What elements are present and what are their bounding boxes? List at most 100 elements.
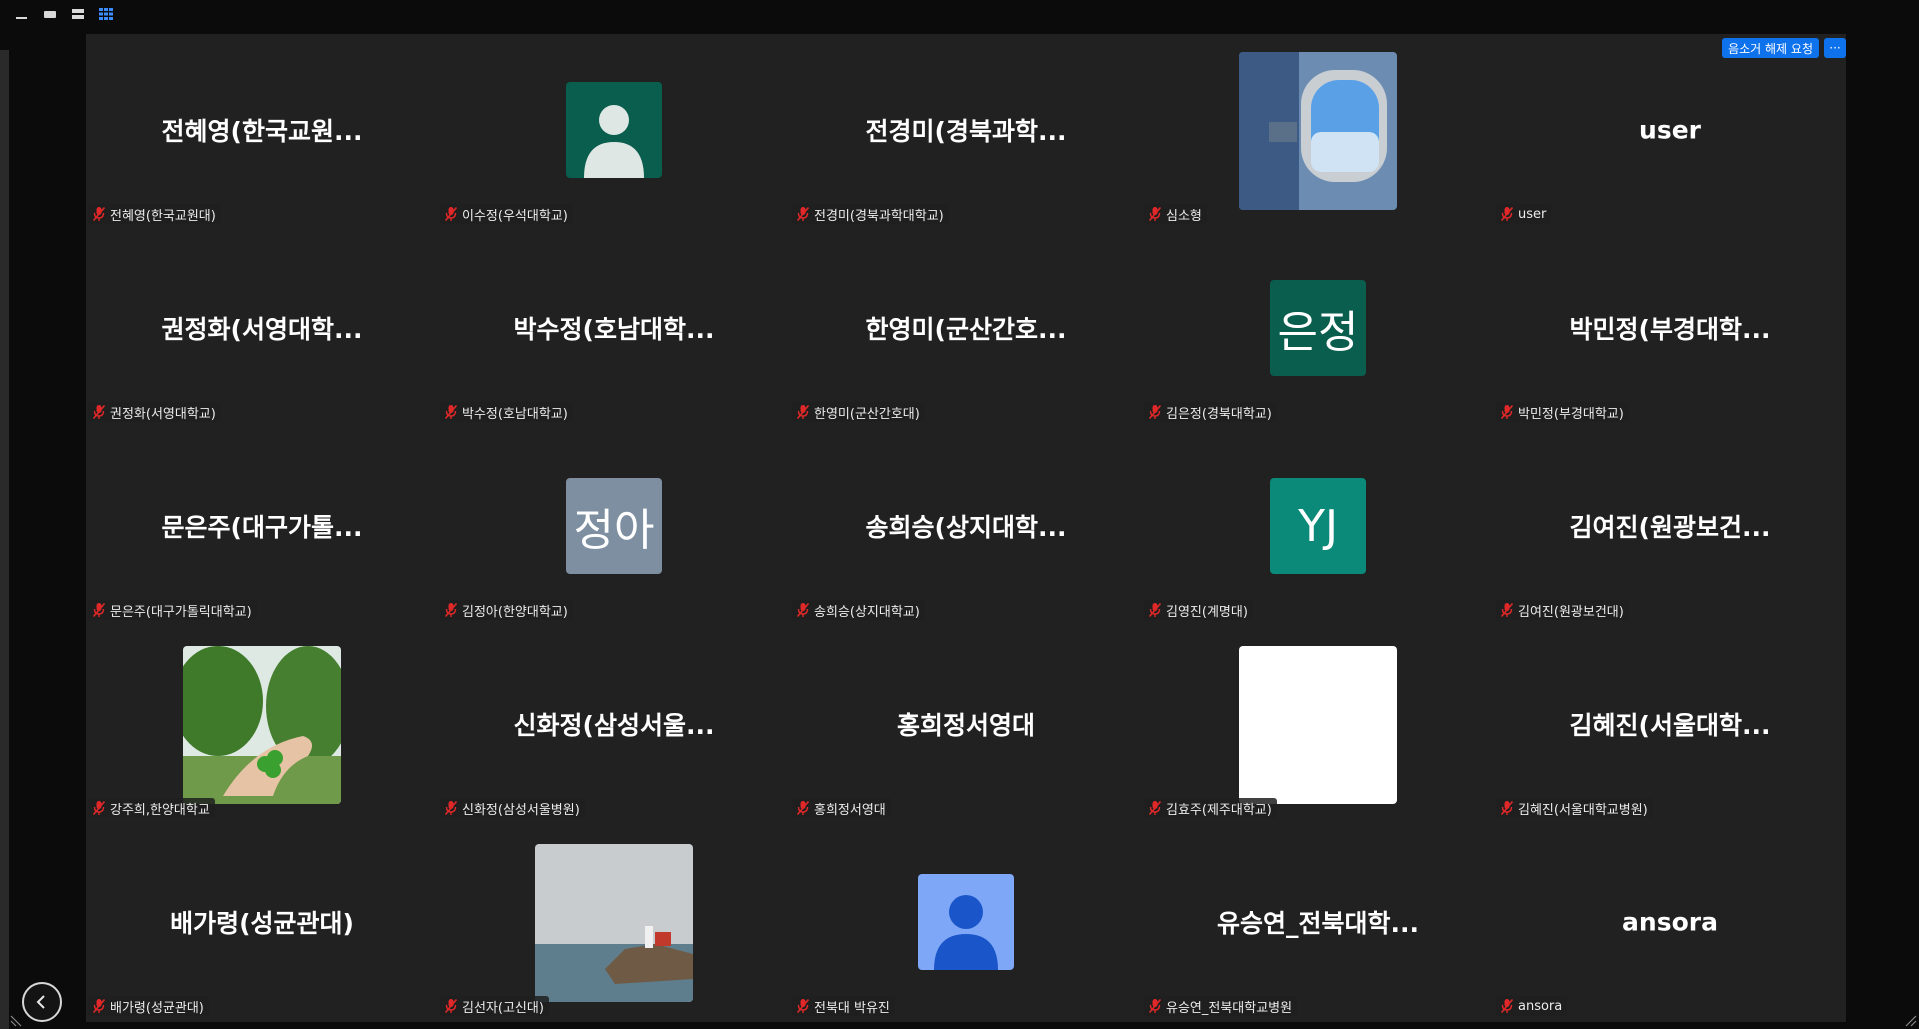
participant-name: 전혜영(한국교원대)	[110, 208, 216, 224]
request-unmute-button[interactable]: 음소거 해제 요청	[1722, 38, 1819, 58]
participant-tile[interactable]: 권정화(서영대학... 권정화(서영대학교)	[86, 232, 438, 430]
person-icon	[918, 874, 1014, 970]
participant-name: 심소형	[1166, 208, 1202, 224]
participant-display-name: 배가령(성균관대)	[170, 909, 354, 938]
participant-name-tag: 김여진(원광보건대)	[1496, 600, 1629, 620]
participant-tile[interactable]: user user	[1494, 34, 1846, 232]
participant-tile[interactable]: 송희승(상지대학... 송희승(상지대학교)	[790, 430, 1142, 628]
muted-mic-icon	[1148, 800, 1162, 816]
participant-tile[interactable]: 박민정(부경대학... 박민정(부경대학교)	[1494, 232, 1846, 430]
avatar-initials: 정아	[566, 478, 662, 574]
participant-name: 홍희정서영대	[814, 802, 886, 818]
participant-tile[interactable]: 전경미(경북과학... 전경미(경북과학대학교)	[790, 34, 1142, 232]
participant-display-name: 신화정(삼성서울...	[513, 711, 715, 740]
avatar-initials: 은정	[1270, 280, 1366, 376]
participant-display-name: 전경미(경북과학...	[865, 117, 1067, 146]
participant-tile[interactable]: 심소형	[1142, 34, 1494, 232]
participant-display-name: 박수정(호남대학...	[513, 315, 715, 344]
participant-name: 이수정(우석대학교)	[462, 208, 568, 224]
speaker-view-icon[interactable]	[42, 6, 58, 20]
participant-tile[interactable]: 김혜진(서울대학... 김혜진(서울대학교병원)	[1494, 628, 1846, 826]
participant-tile[interactable]: 전혜영(한국교원... 전혜영(한국교원대)	[86, 34, 438, 232]
left-panel-edge	[0, 50, 9, 1029]
participant-display-name: 송희승(상지대학...	[865, 513, 1067, 542]
participant-name: 배가령(성균관대)	[110, 1000, 204, 1016]
muted-mic-icon	[92, 800, 106, 816]
participant-display-name: 한영미(군산간호...	[865, 315, 1067, 344]
participant-name-tag: 김영진(계명대)	[1144, 600, 1253, 620]
participant-tile[interactable]: 김효주(제주대학교)	[1142, 628, 1494, 826]
participant-name: 전북대 박유진	[814, 1000, 890, 1016]
participant-name-tag: 신화정(삼성서울병원)	[440, 798, 585, 818]
participant-name: 김여진(원광보건대)	[1518, 604, 1624, 620]
participant-name-tag: 김은정(경북대학교)	[1144, 402, 1277, 422]
participant-tile[interactable]: YJ 김영진(계명대)	[1142, 430, 1494, 628]
participant-tile[interactable]: 이수정(우석대학교)	[438, 34, 790, 232]
view-toolbar	[0, 0, 1919, 32]
participant-name-tag: 홍희정서영대	[792, 798, 891, 818]
muted-mic-icon	[92, 404, 106, 420]
participant-tile[interactable]: 문은주(대구가톨... 문은주(대구가톨릭대학교)	[86, 430, 438, 628]
more-options-button[interactable]: ···	[1824, 38, 1846, 58]
participant-name: 박민정(부경대학교)	[1518, 406, 1624, 422]
muted-mic-icon	[1148, 206, 1162, 222]
muted-mic-icon	[796, 404, 810, 420]
participant-name-tag: 문은주(대구가톨릭대학교)	[88, 600, 257, 620]
muted-mic-icon	[1500, 206, 1514, 222]
lighthouse-photo	[535, 844, 693, 1002]
gallery-view-icon[interactable]	[98, 6, 114, 20]
participant-name-tag: 전북대 박유진	[792, 996, 895, 1016]
resize-handle-icon[interactable]	[10, 1013, 24, 1027]
airplane-window-photo	[1239, 52, 1397, 210]
participant-tile[interactable]: 유승연_전북대학... 유승연_전북대학교병원	[1142, 826, 1494, 1024]
participant-name: 김영진(계명대)	[1166, 604, 1248, 620]
muted-mic-icon	[1500, 602, 1514, 618]
participant-name-tag: 전혜영(한국교원대)	[88, 204, 221, 224]
participant-tile[interactable]: 한영미(군산간호... 한영미(군산간호대)	[790, 232, 1142, 430]
participant-name: 유승연_전북대학교병원	[1166, 1000, 1293, 1016]
participant-name-tag: 유승연_전북대학교병원	[1144, 996, 1298, 1016]
muted-mic-icon	[444, 998, 458, 1014]
avatar-initials: YJ	[1270, 478, 1366, 574]
participant-name: 김선자(고신대)	[462, 1000, 544, 1016]
participant-tile[interactable]: 은정김은정(경북대학교)	[1142, 232, 1494, 430]
participant-tile[interactable]: 신화정(삼성서울... 신화정(삼성서울병원)	[438, 628, 790, 826]
participant-name: 문은주(대구가톨릭대학교)	[110, 604, 252, 620]
minimize-icon[interactable]	[14, 6, 30, 20]
participant-tile[interactable]: ansora ansora	[1494, 826, 1846, 1024]
participant-tile[interactable]: 배가령(성균관대) 배가령(성균관대)	[86, 826, 438, 1024]
participant-name: 송희승(상지대학교)	[814, 604, 920, 620]
collapse-back-button[interactable]	[22, 982, 62, 1022]
participant-name-tag: 심소형	[1144, 204, 1207, 224]
muted-mic-icon	[1500, 998, 1514, 1014]
participant-name: 전경미(경북과학대학교)	[814, 208, 944, 224]
participant-tile[interactable]: 정아김정아(한양대학교)	[438, 430, 790, 628]
participant-name-tag: 전경미(경북과학대학교)	[792, 204, 949, 224]
participant-tile[interactable]: 홍희정서영대 홍희정서영대	[790, 628, 1142, 826]
participant-name-tag: user	[1496, 204, 1552, 224]
participant-display-name: ansora	[1622, 907, 1718, 937]
participant-name: ansora	[1518, 998, 1563, 1014]
participant-name-tag: ansora	[1496, 996, 1568, 1016]
muted-mic-icon	[1148, 998, 1162, 1014]
participant-tile[interactable]: 김여진(원광보건... 김여진(원광보건대)	[1494, 430, 1846, 628]
chevron-left-icon	[36, 995, 45, 1009]
muted-mic-icon	[92, 602, 106, 618]
participant-tile[interactable]: 박수정(호남대학... 박수정(호남대학교)	[438, 232, 790, 430]
participant-display-name: 문은주(대구가톨...	[161, 513, 363, 542]
participant-tile[interactable]: 김선자(고신대)	[438, 826, 790, 1024]
participant-name-tag: 이수정(우석대학교)	[440, 204, 573, 224]
muted-mic-icon	[1148, 404, 1162, 420]
muted-mic-icon	[1500, 800, 1514, 816]
participant-name-tag: 김정아(한양대학교)	[440, 600, 573, 620]
muted-mic-icon	[796, 206, 810, 222]
participant-name: user	[1518, 206, 1547, 222]
blank-white-photo	[1239, 646, 1397, 804]
participant-name-tag: 한영미(군산간호대)	[792, 402, 925, 422]
participant-tile[interactable]: 강주희,한양대학교	[86, 628, 438, 826]
resize-handle-icon[interactable]	[1903, 1013, 1917, 1027]
participant-name-tag: 김선자(고신대)	[440, 996, 549, 1016]
participant-name: 김효주(제주대학교)	[1166, 802, 1272, 818]
stacked-view-icon[interactable]	[70, 6, 86, 20]
participant-tile[interactable]: 전북대 박유진	[790, 826, 1142, 1024]
